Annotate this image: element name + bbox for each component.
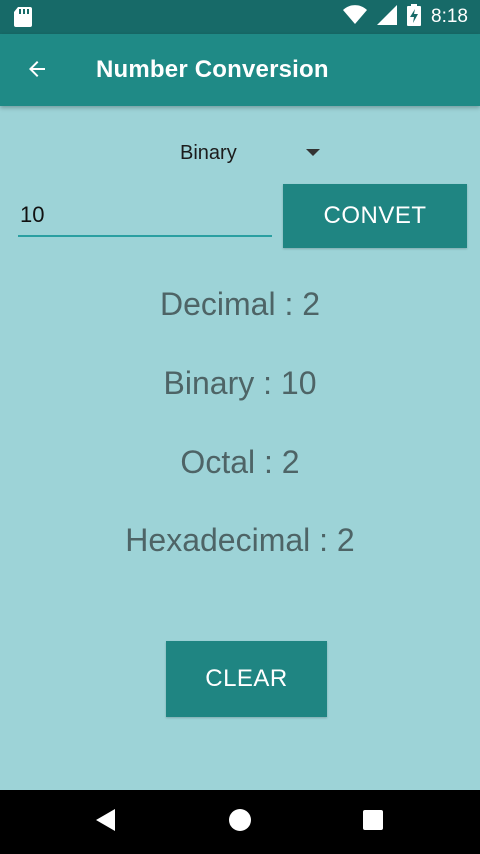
base-selector-dropdown[interactable]: Binary bbox=[176, 132, 328, 174]
status-bar: 8:18 bbox=[0, 0, 480, 34]
octal-result: Octal : 2 bbox=[180, 444, 300, 480]
recents-square-icon bbox=[362, 809, 384, 836]
base-selector-value: Binary bbox=[180, 141, 237, 164]
clear-button[interactable]: CLEAR bbox=[166, 641, 327, 717]
dropdown-arrow-icon bbox=[306, 149, 320, 156]
arrow-back-icon bbox=[25, 57, 49, 86]
decimal-result: Decimal : 2 bbox=[159, 286, 321, 322]
status-time: 8:18 bbox=[431, 6, 468, 27]
nav-recents-button[interactable] bbox=[355, 804, 391, 840]
navigation-bar bbox=[0, 790, 480, 854]
home-circle-icon bbox=[228, 808, 252, 837]
app-bar: Number Conversion bbox=[0, 34, 480, 106]
wifi-icon bbox=[343, 4, 368, 30]
back-button[interactable] bbox=[18, 52, 56, 90]
convert-button[interactable]: CONVET bbox=[283, 184, 467, 248]
number-input[interactable] bbox=[18, 195, 272, 237]
sd-card-icon bbox=[14, 7, 32, 32]
signal-icon bbox=[377, 4, 398, 30]
page-title: Number Conversion bbox=[96, 56, 329, 83]
binary-result: Binary : 10 bbox=[163, 365, 317, 401]
nav-back-button[interactable] bbox=[88, 804, 124, 840]
back-triangle-icon bbox=[96, 808, 116, 836]
battery-charging-icon bbox=[407, 3, 422, 31]
nav-home-button[interactable] bbox=[222, 804, 258, 840]
hexadecimal-result: Hexadecimal : 2 bbox=[125, 522, 355, 558]
